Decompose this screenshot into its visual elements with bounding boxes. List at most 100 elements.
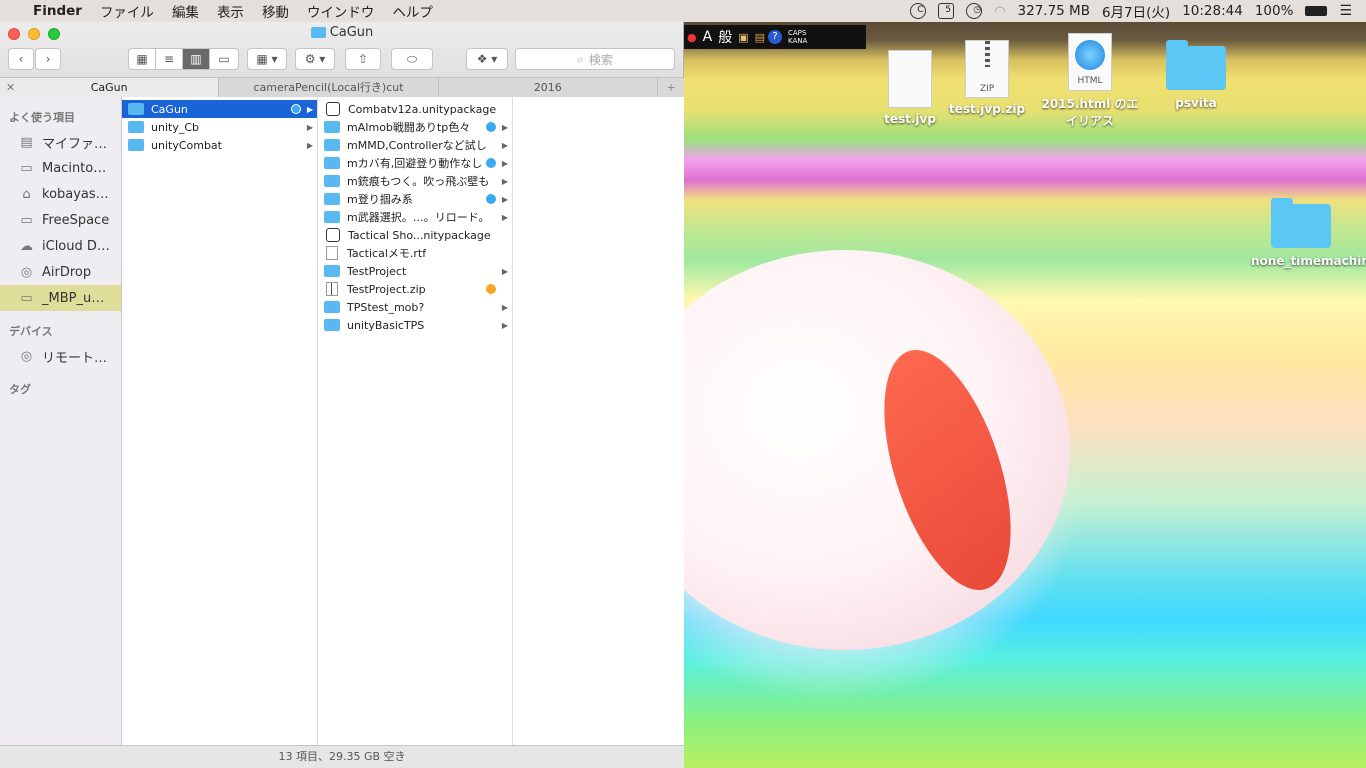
file-name: Combatv12a.unitypackage: [348, 102, 497, 116]
list-item[interactable]: unityCombat ▶: [122, 136, 317, 154]
menu-edit[interactable]: 編集: [163, 1, 208, 21]
folder-icon: ▭: [20, 212, 33, 228]
ime-kana-label: KANA: [788, 37, 808, 45]
folder-icon: [324, 157, 340, 169]
folder-icon: [324, 301, 340, 313]
list-item[interactable]: unity_Cb ▶: [122, 118, 317, 136]
search-icon: ⌕: [577, 51, 584, 66]
desktop-file-2015-html-alias[interactable]: HTML 2015.html のエイリアス: [1040, 33, 1140, 129]
forward-button[interactable]: ›: [35, 48, 61, 70]
folder-icon: [324, 265, 340, 277]
sidebar-item-home[interactable]: ⌂ kobayas…: [0, 181, 121, 207]
list-item[interactable]: m武器選択。…。リロード。 ▶: [318, 208, 512, 226]
list-item[interactable]: m登り掴み系 ▶: [318, 190, 512, 208]
menu-help[interactable]: ヘルプ: [383, 1, 442, 21]
search-field[interactable]: ⌕ 検索: [515, 48, 675, 70]
desktop-file-test-jvp-zip[interactable]: ZIP test.jvp.zip: [937, 40, 1037, 116]
folder-icon: [310, 27, 326, 38]
file-name: mMMD,Controllerなど試し: [347, 139, 487, 152]
menu-file[interactable]: ファイル: [91, 1, 163, 21]
list-item[interactable]: CaGun ▶: [122, 100, 317, 118]
sidebar-item-freespace[interactable]: ▭ FreeSpace: [0, 207, 121, 233]
notification-center-icon[interactable]: ☰: [1333, 3, 1366, 19]
list-item[interactable]: TestProject.zip: [318, 280, 512, 298]
memory-readout[interactable]: 327.75 MB: [1012, 3, 1096, 19]
list-item[interactable]: Combatv12a.unitypackage: [318, 100, 512, 118]
tag-dot: [486, 194, 496, 204]
list-item[interactable]: TPStest_mob? ▶: [318, 298, 512, 316]
sidebar-item-mbp[interactable]: ▭ _MBP_u…: [0, 285, 121, 311]
sidebar-item-icloud[interactable]: ☁ iCloud D…: [0, 233, 121, 259]
menu-go[interactable]: 移動: [253, 1, 298, 21]
menubar-clock[interactable]: 10:28:44: [1176, 3, 1249, 19]
sidebar-item-macintosh[interactable]: ▭ Macinto…: [0, 155, 121, 181]
app-menu-finder[interactable]: Finder: [24, 3, 91, 19]
ime-dict-icon: ▤: [754, 30, 765, 44]
status-5-icon[interactable]: 5: [932, 3, 960, 19]
sidebar-item-myfiles[interactable]: ▤ マイファ…: [0, 129, 121, 155]
airdrop-icon: ◎: [20, 264, 33, 280]
tab-cagun[interactable]: ✕ CaGun: [0, 78, 220, 97]
list-item[interactable]: Tactical Sho...nitypackage: [318, 226, 512, 244]
edit-tags-button[interactable]: ⬭: [391, 48, 433, 70]
disclosure-arrow-icon: ▶: [501, 158, 508, 168]
icon-view-button[interactable]: ▦: [128, 48, 156, 70]
list-item[interactable]: mMMD,Controllerなど試し ▶: [318, 136, 512, 154]
wifi-icon[interactable]: ◠: [988, 4, 1011, 19]
disc-icon: ◎: [20, 348, 33, 364]
battery-percent[interactable]: 100%: [1249, 3, 1300, 19]
list-item[interactable]: Tacticalメモ.rtf: [318, 244, 512, 262]
status-c-icon[interactable]: C: [904, 3, 932, 19]
disclosure-arrow-icon: ▶: [501, 194, 508, 204]
list-view-button[interactable]: ≡: [155, 48, 183, 70]
disclosure-arrow-icon: ▶: [501, 302, 508, 312]
tab-close-icon[interactable]: ✕: [6, 78, 15, 97]
desktop-folder-psvita[interactable]: psvita: [1146, 40, 1246, 110]
tab-2016[interactable]: 2016: [439, 78, 658, 97]
dropbox-button[interactable]: ❖ ▾: [466, 48, 508, 70]
share-button[interactable]: ⇧: [345, 48, 381, 70]
folder-icon: [324, 121, 340, 133]
sidebar-item-remote-disc[interactable]: ◎ リモート…: [0, 343, 121, 369]
list-item[interactable]: mカバ有,回避登り動作なし ▶: [318, 154, 512, 172]
time-machine-icon[interactable]: ◷: [960, 3, 988, 19]
battery-icon[interactable]: [1299, 3, 1333, 19]
column-view-button[interactable]: ▥: [182, 48, 210, 70]
folder-icon: [324, 319, 340, 331]
arrange-button[interactable]: ▦ ▾: [247, 48, 287, 70]
menu-view[interactable]: 表示: [208, 1, 253, 21]
list-item[interactable]: TestProject ▶: [318, 262, 512, 280]
zip-icon: [326, 282, 338, 296]
folder-icon: [324, 139, 340, 151]
sidebar-item-airdrop[interactable]: ◎ AirDrop: [0, 259, 121, 285]
back-button[interactable]: ‹: [8, 48, 34, 70]
folder-icon: [1271, 198, 1331, 248]
ime-kanji-label: 般: [718, 30, 733, 46]
sidebar: よく使う項目 ▤ マイファ… ▭ Macinto… ⌂ kobayas… ▭ FreeS…: [0, 97, 122, 745]
desktop-folder-none-timemachine[interactable]: none_timemachine: [1251, 198, 1366, 268]
menubar-date[interactable]: 6月7日(火): [1096, 1, 1176, 21]
menu-bar: Finder ファイル 編集 表示 移動 ウインドウ ヘルプ C 5 ◷ ◠ 3…: [0, 0, 1366, 22]
home-icon: ⌂: [22, 186, 31, 202]
tag-dot: [486, 158, 496, 168]
file-name: m登り掴み系: [347, 193, 413, 206]
disclosure-arrow-icon: ▶: [501, 320, 508, 330]
menu-window[interactable]: ウインドウ: [298, 1, 384, 21]
sidebar-tags-header: タグ: [9, 383, 31, 396]
cloud-icon: ☁: [20, 238, 33, 254]
browser-column-1: CaGun ▶ unity_Cb ▶ unityCombat ▶: [122, 97, 318, 745]
list-item[interactable]: m銃痕もつく。吹っ飛ぶ壁も ▶: [318, 172, 512, 190]
unity-package-icon: [326, 228, 340, 242]
file-name: Tacticalメモ.rtf: [347, 247, 427, 260]
ime-mode-label: A: [702, 29, 713, 45]
cover-flow-button[interactable]: ▭: [209, 48, 239, 70]
input-method-bar[interactable]: ● A 般 ▣ ▤ ? CAPS KANA: [684, 25, 866, 49]
action-gear-button[interactable]: ⚙ ▾: [295, 48, 335, 70]
tab-camerapencil[interactable]: cameraPencil(Local行き)cut: [219, 78, 439, 97]
list-item[interactable]: unityBasicTPS ▶: [318, 316, 512, 334]
list-item[interactable]: mAImob戦闘ありtp色々 ▶: [318, 118, 512, 136]
new-tab-button[interactable]: +: [658, 78, 684, 97]
file-name: TestProject: [347, 264, 407, 278]
ime-red-icon: ●: [687, 30, 697, 44]
ime-tool-icon: ▣: [738, 30, 749, 44]
